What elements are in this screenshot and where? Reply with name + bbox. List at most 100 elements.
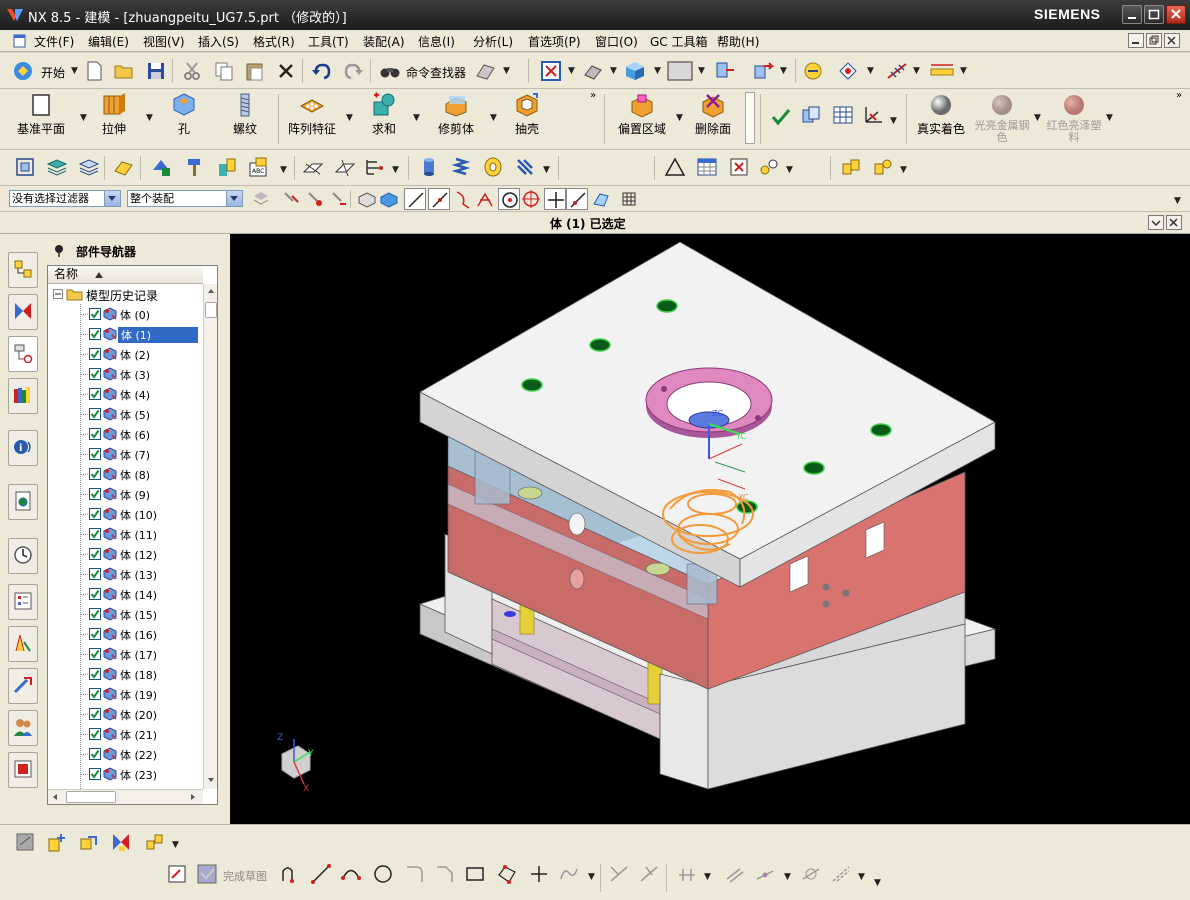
assembly-seq-dropdown-icon[interactable]: ▼ <box>172 840 179 850</box>
menu-analysis[interactable]: 分析(L) <box>473 33 513 50</box>
graphics-window[interactable]: ZC YC XC Z Y X <box>230 234 1190 824</box>
stack-layers-icon[interactable] <box>46 156 68 178</box>
copy-body-icon[interactable] <box>800 104 822 126</box>
tree-row-body[interactable]: 体 (6) <box>48 424 203 444</box>
part-family-icon[interactable] <box>758 156 780 178</box>
visibility-checkbox[interactable] <box>89 348 101 360</box>
offset-curve-icon[interactable] <box>724 863 746 885</box>
measure-dropdown-icon[interactable]: ▼ <box>960 66 967 76</box>
pattern-feature-button[interactable]: 阵列特征 <box>284 90 340 148</box>
redo-icon[interactable] <box>342 60 364 82</box>
tree-row-body[interactable]: 体 (16) <box>48 624 203 644</box>
assembly-constraint-icon[interactable] <box>714 60 736 82</box>
visibility-checkbox[interactable] <box>89 728 101 740</box>
component-add-icon[interactable] <box>150 156 172 178</box>
chamfer-icon[interactable] <box>434 863 456 885</box>
extrude-button[interactable]: 拉伸 <box>90 90 138 148</box>
delete-icon[interactable] <box>275 60 297 82</box>
datum-plane-button[interactable]: 基准平面 <box>8 90 74 148</box>
selection-options-icon[interactable] <box>250 188 272 210</box>
overflow-chevron-icon[interactable]: » <box>590 90 596 101</box>
relations-icon[interactable] <box>800 863 822 885</box>
view-clip-icon[interactable] <box>334 156 356 178</box>
scroll-down-icon[interactable] <box>206 775 216 785</box>
tree-row-body[interactable]: 体 (3) <box>48 364 203 384</box>
trim-curve-icon[interactable] <box>608 863 630 885</box>
menu-format[interactable]: 格式(R) <box>253 33 295 50</box>
color-palette-icon[interactable] <box>216 156 238 178</box>
visibility-checkbox[interactable] <box>89 548 101 560</box>
tree-row-body[interactable]: 体 (11) <box>48 524 203 544</box>
hammer-icon[interactable] <box>184 156 206 178</box>
layer-settings-icon[interactable] <box>78 156 100 178</box>
tree-row-body[interactable]: 体 (13) <box>48 564 203 584</box>
visibility-checkbox[interactable] <box>89 648 101 660</box>
hd3d-tools-tab[interactable]: i <box>8 430 38 466</box>
rectangle-icon[interactable] <box>464 863 486 885</box>
select-solid-icon[interactable] <box>378 188 400 210</box>
command-finder-label[interactable]: 命令查找器 <box>406 64 466 81</box>
tree-row-body[interactable]: 体 (0) <box>48 304 203 324</box>
name-column-header[interactable]: 名称 <box>48 266 203 284</box>
mold-wizard-icon[interactable] <box>840 156 862 178</box>
wcs-icon[interactable] <box>112 156 134 178</box>
visibility-checkbox[interactable] <box>89 448 101 460</box>
visibility-checkbox[interactable] <box>89 688 101 700</box>
unite-button[interactable]: 求和 <box>360 90 408 148</box>
save-icon[interactable] <box>145 60 167 82</box>
visibility-checkbox[interactable] <box>89 588 101 600</box>
collapse-icon[interactable] <box>53 289 63 299</box>
pin-icon[interactable] <box>52 243 66 257</box>
scroll-thumb[interactable] <box>205 302 217 318</box>
new-file-icon[interactable] <box>83 60 105 82</box>
select-body-icon[interactable] <box>356 188 378 210</box>
tree-row-body[interactable]: 体 (15) <box>48 604 203 624</box>
view-measure-icon[interactable] <box>364 156 386 178</box>
tree-row-body[interactable]: 体 (7) <box>48 444 203 464</box>
spring-icon[interactable] <box>450 156 472 178</box>
selection-scope-select[interactable]: 整个装配 <box>127 190 243 207</box>
scroll-right-icon[interactable] <box>188 792 198 802</box>
polygon-icon[interactable] <box>496 863 518 885</box>
shading-dropdown-icon[interactable]: ▼ <box>654 66 661 76</box>
view-orient-icon[interactable] <box>582 60 604 82</box>
tree-row-body[interactable]: 体 (4) <box>48 384 203 404</box>
assembly-navigator-icon[interactable] <box>14 156 36 178</box>
start-icon[interactable] <box>12 60 34 82</box>
convert-reference-icon[interactable] <box>830 863 852 885</box>
menu-gc-toolkit[interactable]: GC 工具箱 <box>650 33 708 50</box>
move-component-icon[interactable] <box>752 60 774 82</box>
constraint-dropdown-icon[interactable]: ▼ <box>784 872 791 882</box>
select-feature-icon[interactable] <box>280 188 302 210</box>
tree-row-body[interactable]: 体 (22) <box>48 744 203 764</box>
cut-icon[interactable] <box>181 60 203 82</box>
selection-filter-select[interactable]: 没有选择过滤器 <box>9 190 121 207</box>
finish-sketch-label[interactable]: 完成草图 <box>223 868 267 884</box>
shell-button[interactable]: 抽壳 <box>504 90 550 148</box>
status-close-button[interactable] <box>1166 215 1182 230</box>
menu-file[interactable]: 文件(F) <box>34 33 74 50</box>
web-browser-tab[interactable] <box>8 484 38 520</box>
menu-tools[interactable]: 工具(T) <box>308 33 349 50</box>
add-component-icon[interactable] <box>46 831 68 853</box>
delete-face-button[interactable]: 删除面 <box>688 90 738 148</box>
annotation-dropdown-icon[interactable]: ▼ <box>280 165 287 175</box>
family-dropdown-icon[interactable]: ▼ <box>786 165 793 175</box>
minimize-button[interactable] <box>1122 5 1142 24</box>
tree-row-body[interactable]: 体 (14) <box>48 584 203 604</box>
tree-row-body[interactable]: 体 (20) <box>48 704 203 724</box>
mirror-curve-icon[interactable] <box>676 863 698 885</box>
navigator-vertical-scrollbar[interactable] <box>203 284 217 789</box>
plastic-dropdown-icon[interactable]: ▼ <box>1106 113 1113 123</box>
visibility-checkbox[interactable] <box>89 608 101 620</box>
view-orient-dropdown-icon[interactable]: ▼ <box>610 66 617 76</box>
fit-view-dropdown-icon[interactable]: ▼ <box>568 66 575 76</box>
sketch-toolbar-overflow-icon[interactable]: ▼ <box>874 878 881 888</box>
assembly-sequence-icon[interactable] <box>144 831 166 853</box>
roles-tab[interactable] <box>8 668 38 704</box>
tree-row-body[interactable]: 体 (8) <box>48 464 203 484</box>
visibility-checkbox[interactable] <box>89 768 101 780</box>
background-color-icon[interactable] <box>667 60 693 82</box>
snap-control-icon[interactable] <box>452 188 474 210</box>
point-icon[interactable] <box>528 863 550 885</box>
